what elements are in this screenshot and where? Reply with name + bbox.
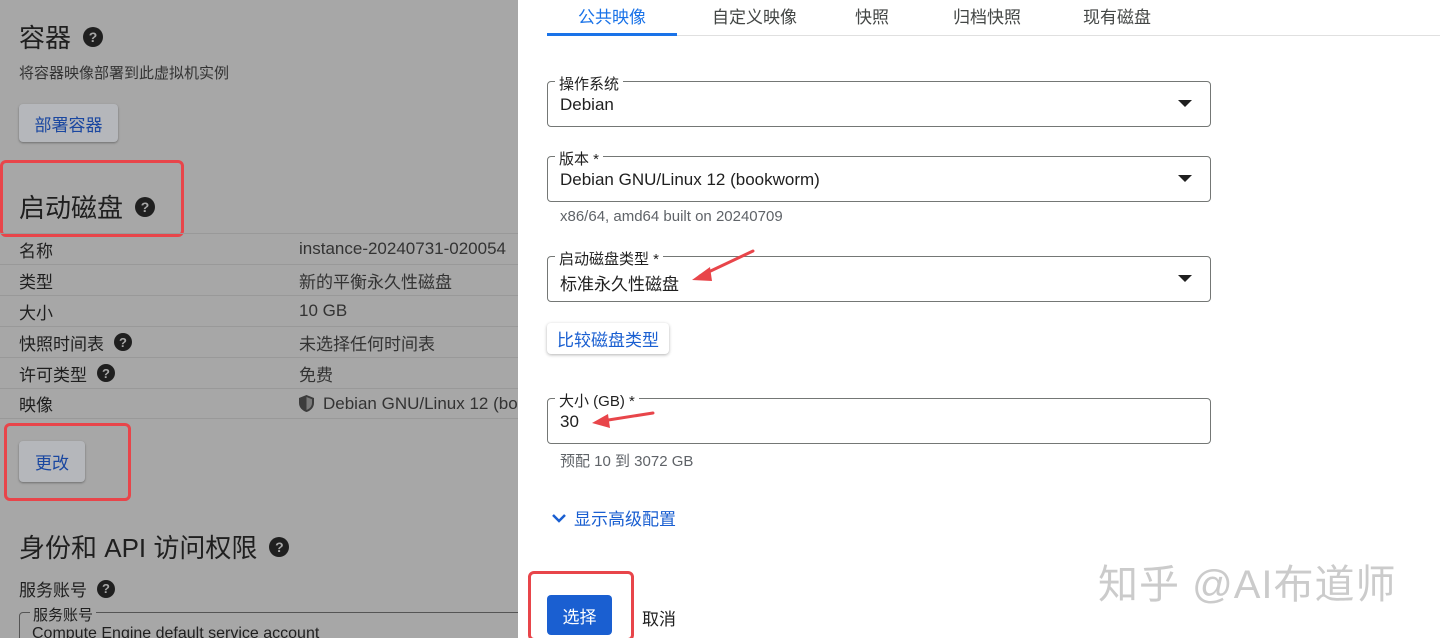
container-subtitle: 将容器映像部署到此虚拟机实例 <box>19 65 230 82</box>
boot-disk-row-snapshot: 快照时间表? 未选择任何时间表 <box>0 326 518 357</box>
tab-public-images[interactable]: 公共映像 <box>547 0 677 36</box>
boot-disk-row-image: 映像 Debian GNU/Linux 12 (bo <box>0 388 518 419</box>
image-source-tabs: 公共映像 自定义映像 快照 归档快照 现有磁盘 <box>547 0 1440 36</box>
shield-icon <box>299 395 314 412</box>
boot-disk-row-size: 大小 10 GB <box>0 295 518 326</box>
os-label: 操作系统 <box>555 73 624 94</box>
tab-snapshots[interactable]: 快照 <box>837 0 907 36</box>
os-value: Debian <box>560 95 614 114</box>
help-icon[interactable]: ? <box>97 579 115 598</box>
cancel-button[interactable]: 取消 <box>642 605 676 630</box>
help-icon[interactable]: ? <box>97 364 115 382</box>
dropdown-caret-icon <box>1178 275 1192 282</box>
version-value: Debian GNU/Linux 12 (bookworm) <box>560 170 820 189</box>
identity-section-title: 身份和 API 访问权限 ? <box>19 528 290 565</box>
size-hint: 预配 10 到 3072 GB <box>560 453 694 470</box>
version-hint: x86/64, amd64 built on 20240709 <box>560 208 783 225</box>
tab-archive-snapshots[interactable]: 归档快照 <box>937 0 1037 36</box>
help-icon[interactable]: ? <box>114 333 132 351</box>
tab-custom-images[interactable]: 自定义映像 <box>697 0 812 36</box>
chevron-down-icon <box>552 513 566 523</box>
disk-type-label: 启动磁盘类型 * <box>555 248 664 269</box>
compare-disk-types-button[interactable]: 比较磁盘类型 <box>547 323 669 354</box>
help-icon[interactable]: ? <box>269 536 290 557</box>
boot-disk-row-license: 许可类型? 免费 <box>0 357 518 388</box>
change-boot-disk-button[interactable]: 更改 <box>19 441 85 482</box>
show-advanced-config-link[interactable]: 显示高级配置 <box>550 505 676 530</box>
boot-disk-row-type: 类型 新的平衡永久性磁盘 <box>0 264 518 295</box>
annotation-arrow <box>592 411 655 428</box>
service-account-heading: 服务账号 ? <box>19 576 115 601</box>
container-section-title: 容器 ? <box>19 18 104 55</box>
os-select[interactable] <box>547 81 1211 127</box>
service-account-value: Compute Engine default service account <box>32 625 320 638</box>
select-button[interactable]: 选择 <box>547 595 612 635</box>
annotation-arrow <box>692 249 755 281</box>
deploy-container-button[interactable]: 部署容器 <box>19 104 118 142</box>
boot-disk-section-title: 启动磁盘 ? <box>19 188 156 225</box>
disk-type-value: 标准永久性磁盘 <box>560 275 679 294</box>
boot-disk-panel: 公共映像 自定义映像 快照 归档快照 现有磁盘 操作系统 Debian 版本 *… <box>518 0 1440 638</box>
service-account-label: 服务账号 <box>30 604 97 625</box>
size-value: 30 <box>560 412 579 431</box>
dropdown-caret-icon <box>1178 100 1192 107</box>
tab-existing-disks[interactable]: 现有磁盘 <box>1067 0 1167 36</box>
version-label: 版本 * <box>555 148 604 169</box>
help-icon[interactable]: ? <box>83 26 104 47</box>
watermark: 知乎 @AI布道师 <box>1098 563 1397 607</box>
dropdown-caret-icon <box>1178 175 1192 182</box>
background-page: 容器 ? 将容器映像部署到此虚拟机实例 部署容器 启动磁盘 ? 名称 insta… <box>0 0 518 638</box>
help-icon[interactable]: ? <box>135 196 156 217</box>
boot-disk-row-name: 名称 instance-20240731-020054 <box>0 233 518 264</box>
